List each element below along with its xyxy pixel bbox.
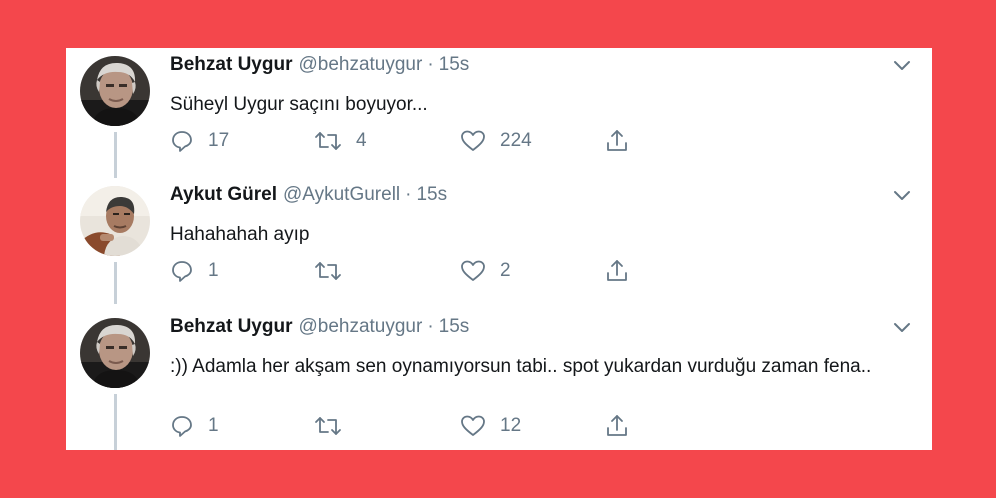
share-button[interactable] [604, 128, 630, 154]
share-icon [607, 260, 627, 281]
thread-line [114, 170, 117, 178]
tweet-text: Hahahahah ayıp [170, 224, 310, 245]
tweet-header: Behzat Uygur @behzatuygur · 15s [170, 54, 469, 76]
reply-button[interactable]: 1 [170, 258, 219, 284]
display-name[interactable]: Behzat Uygur [170, 316, 292, 337]
separator-dot: · [405, 184, 412, 205]
reply-button[interactable]: 17 [170, 128, 229, 154]
retweet-count: 4 [356, 130, 367, 151]
thread-line [114, 132, 117, 170]
retweet-icon [315, 132, 341, 150]
reply-icon [172, 131, 192, 152]
avatar[interactable] [80, 186, 150, 256]
share-button[interactable] [604, 413, 630, 439]
gray-haired-man-avatar [80, 56, 150, 126]
thread-line [114, 394, 117, 450]
timestamp[interactable]: 15s [439, 54, 470, 75]
reply-button[interactable]: 1 [170, 413, 219, 439]
user-handle[interactable]: @AykutGurell [283, 184, 400, 205]
tweet[interactable]: Behzat Uygur @behzatuygur · 15s Süheyl Uygu… [66, 48, 932, 170]
like-button[interactable]: 224 [460, 128, 532, 154]
tweet-header: Aykut Gürel @AykutGurell · 15s [170, 184, 447, 206]
reply-icon [172, 261, 192, 282]
tweet-actions: 1 2 [170, 258, 640, 284]
like-count: 12 [500, 415, 522, 436]
timestamp[interactable]: 15s [416, 184, 447, 205]
retweet-button[interactable]: 4 [314, 128, 367, 154]
separator-dot: · [427, 316, 434, 337]
tweet[interactable]: Aykut Gürel @AykutGurell · 15s Hahahahah ay… [66, 170, 932, 304]
tweet-actions: 1 12 [170, 413, 640, 439]
chevron-down-icon[interactable] [892, 320, 912, 334]
tweet[interactable]: Behzat Uygur @behzatuygur · 15s :)) Adamla … [66, 310, 932, 450]
timestamp[interactable]: 15s [439, 316, 470, 337]
retweet-button[interactable] [314, 413, 356, 439]
share-icon [607, 130, 627, 151]
chevron-down-icon[interactable] [892, 188, 912, 202]
reply-count: 1 [208, 415, 219, 436]
avatar[interactable] [80, 318, 150, 388]
retweet-icon [315, 262, 341, 280]
like-count: 2 [500, 260, 511, 281]
tweet-text: Süheyl Uygur saçını boyuyor... [170, 94, 428, 115]
tweet-header: Behzat Uygur @behzatuygur · 15s [170, 316, 469, 338]
tweet-actions: 17 4 224 [170, 128, 640, 154]
gray-haired-man-avatar [80, 318, 150, 388]
heart-icon [461, 260, 485, 281]
display-name[interactable]: Behzat Uygur [170, 54, 292, 75]
like-button[interactable]: 12 [460, 413, 521, 439]
display-name[interactable]: Aykut Gürel [170, 184, 277, 205]
reply-icon [172, 416, 192, 437]
share-icon [607, 415, 627, 436]
conversation-card: Behzat Uygur @behzatuygur · 15s Süheyl Uygu… [66, 48, 932, 450]
reply-count: 17 [208, 130, 230, 151]
heart-icon [461, 130, 485, 151]
user-handle[interactable]: @behzatuygur [298, 316, 422, 337]
separator-dot: · [427, 54, 434, 75]
avatar[interactable] [80, 56, 150, 126]
heart-icon [461, 415, 485, 436]
like-count: 224 [500, 130, 532, 151]
share-button[interactable] [604, 258, 630, 284]
chevron-down-icon[interactable] [892, 58, 912, 72]
reply-count: 1 [208, 260, 219, 281]
user-handle[interactable]: @behzatuygur [298, 54, 422, 75]
thread-line [114, 262, 117, 304]
retweet-button[interactable] [314, 258, 356, 284]
like-button[interactable]: 2 [460, 258, 511, 284]
dark-haired-man-avatar [80, 186, 150, 256]
tweet-text: :)) Adamla her akşam sen oynamıyorsun ta… [170, 356, 872, 377]
retweet-icon [315, 417, 341, 435]
